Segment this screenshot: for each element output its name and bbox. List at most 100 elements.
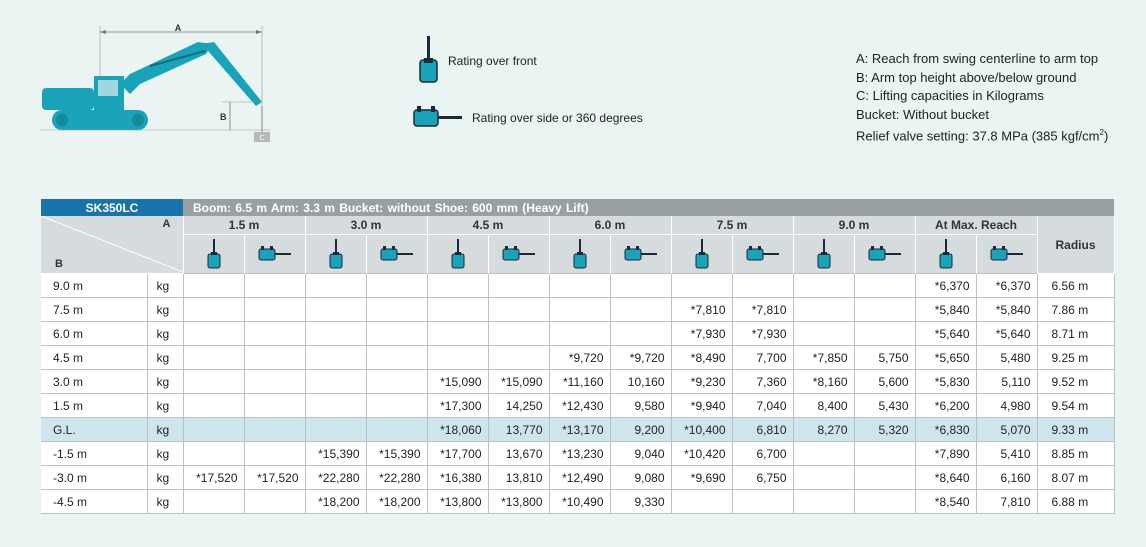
capacity-cell <box>854 465 916 490</box>
capacity-cell: *13,230 <box>549 441 611 466</box>
capacity-cell: *17,700 <box>427 441 489 466</box>
capacity-cell: *7,930 <box>671 321 733 346</box>
side-rating-icon <box>854 234 916 274</box>
capacity-cell: 6,750 <box>732 465 794 490</box>
capacity-cell: *9,940 <box>671 393 733 418</box>
table-row: 1.5 m kg *17,300 14,250 *12,430 9,580 *9,940 7,… <box>41 393 1115 418</box>
capacity-cell <box>732 489 794 514</box>
capacity-cell <box>854 441 916 466</box>
capacity-cell: *18,060 <box>427 417 489 442</box>
reach-header-5: 9.0 m <box>793 216 916 235</box>
capacity-cell: *12,430 <box>549 393 611 418</box>
capacity-cell: 10,160 <box>610 369 672 394</box>
capacity-cell: *22,280 <box>305 465 367 490</box>
capacity-cell: 9,330 <box>610 489 672 514</box>
capacity-cell <box>305 393 367 418</box>
radius-cell: 8.71 m <box>1037 321 1115 346</box>
capacity-cell: 13,810 <box>488 465 550 490</box>
capacity-cell <box>854 297 916 322</box>
capacity-cell: *8,640 <box>915 465 977 490</box>
capacity-cell <box>793 489 855 514</box>
legend-side-label: Rating over side or 360 degrees <box>472 111 643 125</box>
radius-cell: 8.07 m <box>1037 465 1115 490</box>
unit-label: kg <box>147 489 184 514</box>
capacity-cell: *5,640 <box>915 321 977 346</box>
capacity-cell <box>183 321 245 346</box>
unit-label: kg <box>147 441 184 466</box>
capacity-cell: *17,520 <box>244 465 306 490</box>
capacity-cell <box>244 345 306 370</box>
radius-cell: 9.54 m <box>1037 393 1115 418</box>
legend-side: Rating over side or 360 degrees <box>412 104 643 132</box>
capacity-cell <box>793 273 855 298</box>
model-name: SK350LC <box>41 199 183 216</box>
table-row: -4.5 m kg *18,200 *18,200 *13,800 *13,800 *10,… <box>41 489 1115 514</box>
label-b: B <box>220 112 227 122</box>
capacity-cell <box>427 345 489 370</box>
capacity-cell: *7,810 <box>671 297 733 322</box>
height-label: 7.5 m <box>41 297 148 322</box>
table-row: 4.5 m kg *9,720 *9,720 *8,490 7,700 *7,850 5,75… <box>41 345 1115 370</box>
capacity-cell: *13,800 <box>488 489 550 514</box>
reach-header-0: 1.5 m <box>183 216 306 235</box>
capacity-cell: 9,040 <box>610 441 672 466</box>
radius-cell: 6.56 m <box>1037 273 1115 298</box>
height-label: 6.0 m <box>41 321 148 346</box>
capacity-cell <box>244 489 306 514</box>
reach-header-1: 3.0 m <box>305 216 428 235</box>
unit-label: kg <box>147 321 184 346</box>
spec-line: Boom: 6.5 m Arm: 3.3 m Bucket: without S… <box>183 199 1037 216</box>
capacity-cell <box>305 273 367 298</box>
capacity-cell <box>793 441 855 466</box>
capacity-cell <box>244 393 306 418</box>
table-row: -3.0 m kg *17,520 *17,520 *22,280 *22,280 *16,… <box>41 465 1115 490</box>
capacity-cell <box>183 441 245 466</box>
capacity-cell: *5,840 <box>976 297 1038 322</box>
capacity-cell <box>244 441 306 466</box>
capacity-cell: *17,300 <box>427 393 489 418</box>
capacity-cell <box>244 321 306 346</box>
capacity-cell: *16,380 <box>427 465 489 490</box>
capacity-cell: 5,110 <box>976 369 1038 394</box>
capacity-cell: 8,270 <box>793 417 855 442</box>
radius-cell: 7.86 m <box>1037 297 1115 322</box>
front-rating-icon <box>793 234 855 274</box>
capacity-cell <box>244 273 306 298</box>
capacity-cell <box>366 273 428 298</box>
capacity-cell <box>793 321 855 346</box>
height-label: -1.5 m <box>41 441 148 466</box>
capacity-cell: *18,200 <box>366 489 428 514</box>
height-label: 1.5 m <box>41 393 148 418</box>
capacity-cell: *9,690 <box>671 465 733 490</box>
capacity-cell <box>732 273 794 298</box>
capacity-cell <box>305 345 367 370</box>
header-spacer <box>1037 199 1114 216</box>
capacity-cell: *5,830 <box>915 369 977 394</box>
capacity-cell: 7,360 <box>732 369 794 394</box>
capacity-cell: *9,720 <box>610 345 672 370</box>
capacity-cell: *7,810 <box>732 297 794 322</box>
capacity-cell <box>671 489 733 514</box>
capacity-cell: 9,080 <box>610 465 672 490</box>
table-row: 9.0 m kg *6,370 *6,370 6.56 m <box>41 273 1115 298</box>
capacity-cell: *6,370 <box>915 273 977 298</box>
front-rating-icon <box>419 36 438 83</box>
capacity-cell: *10,490 <box>549 489 611 514</box>
capacity-cell <box>305 417 367 442</box>
capacity-cell: *6,200 <box>915 393 977 418</box>
capacity-cell: 5,600 <box>854 369 916 394</box>
capacity-cell <box>366 417 428 442</box>
reach-header-2: 4.5 m <box>427 216 550 235</box>
capacity-cell <box>793 465 855 490</box>
capacity-cell: 14,250 <box>488 393 550 418</box>
excavator-diagram: A B C <box>40 23 270 142</box>
capacity-cell <box>183 297 245 322</box>
capacity-cell <box>366 297 428 322</box>
capacity-cell <box>244 369 306 394</box>
note-c: C: Lifting capacities in Kilograms <box>856 88 1044 103</box>
capacity-cell <box>427 321 489 346</box>
capacity-cell: 5,430 <box>854 393 916 418</box>
capacity-cell <box>854 321 916 346</box>
capacity-cell: 8,400 <box>793 393 855 418</box>
table-row: 3.0 m kg *15,090 *15,090 *11,160 10,160 *9,230… <box>41 369 1115 394</box>
